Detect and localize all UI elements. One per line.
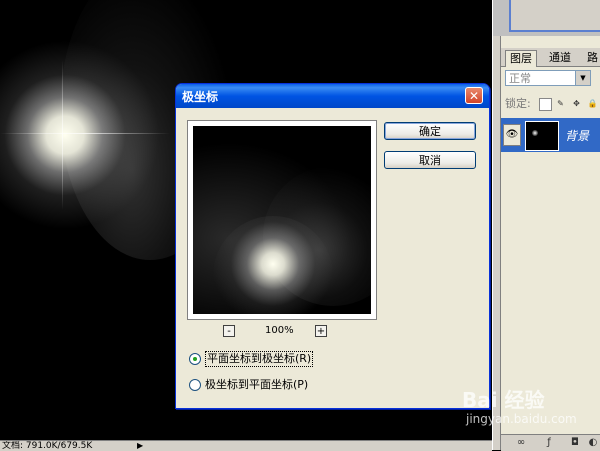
watermark-logo: Bai 经验 <box>462 388 545 412</box>
chevron-down-icon[interactable]: ▼ <box>575 71 590 85</box>
status-bar: 文档: 791.0K/679.5K ▶ <box>0 440 492 451</box>
tab-channels[interactable]: 通道 <box>545 50 575 66</box>
cancel-button[interactable]: 取消 <box>384 151 476 169</box>
lock-transparency-icon[interactable] <box>539 98 552 111</box>
blend-mode-select[interactable]: 正常 ▼ <box>505 70 591 86</box>
radio-rectangular-to-polar[interactable]: 平面坐标到极坐标(R) <box>189 351 439 367</box>
zoom-in-button[interactable]: + <box>315 325 327 337</box>
lens-flare-ray-vertical <box>62 60 63 210</box>
lock-move-icon[interactable]: ✥ <box>571 98 582 109</box>
adjustment-icon[interactable]: ◐ <box>587 437 599 449</box>
watermark-url: jingyan.baidu.com <box>466 412 577 426</box>
radio-polar-to-rectangular[interactable]: 极坐标到平面坐标(P) <box>189 377 439 393</box>
close-icon: ✕ <box>468 89 480 103</box>
layers-footer: ∞ ƒ ◘ ◐ <box>501 434 600 451</box>
lock-all-icon[interactable]: 🔒 <box>587 98 598 109</box>
fx-icon[interactable]: ƒ <box>543 437 555 449</box>
filter-preview[interactable] <box>193 126 371 314</box>
eye-icon[interactable]: 👁 <box>503 124 521 146</box>
layer-row[interactable]: 👁 背景 <box>501 118 600 152</box>
layer-thumbnail <box>525 121 559 151</box>
blend-mode-value: 正常 <box>509 72 531 85</box>
dialog-title: 极坐标 <box>182 90 219 104</box>
workspace-top-right <box>492 0 600 36</box>
mask-icon[interactable]: ◘ <box>569 437 581 449</box>
dialog-titlebar[interactable]: 极坐标 ✕ <box>176 84 489 108</box>
docked-panel-top <box>509 0 600 32</box>
radio-button-selected[interactable] <box>189 353 201 365</box>
baidu-jingyan-watermark: Bai 经验 jingyan.baidu.com <box>462 384 592 434</box>
tab-paths[interactable]: 路 <box>583 50 600 66</box>
zoom-level: 100% <box>265 325 294 336</box>
polar-coordinates-dialog: 极坐标 ✕ - 100% + 确定 取消 平面坐标到极坐标(R) 极坐标到平面坐… <box>175 83 490 409</box>
radio-button[interactable] <box>189 379 201 391</box>
layer-name: 背景 <box>565 129 590 143</box>
dialog-body: - 100% + 确定 取消 平面坐标到极坐标(R) 极坐标到平面坐标(P) <box>179 108 486 405</box>
zoom-controls: - 100% + <box>223 325 333 341</box>
lens-flare-ray-horizontal <box>0 133 170 134</box>
ok-button[interactable]: 确定 <box>384 122 476 140</box>
close-button[interactable]: ✕ <box>465 87 483 104</box>
lock-brush-icon[interactable]: ✎ <box>555 98 566 109</box>
link-icon[interactable]: ∞ <box>515 437 527 449</box>
radio-label: 平面坐标到极坐标(R) <box>205 351 314 367</box>
lock-label: 锁定: <box>505 97 531 110</box>
tab-layers[interactable]: 图层 <box>505 50 537 67</box>
panel-tabs: 图层 通道 路 <box>501 48 600 67</box>
lock-row: 锁定: ✎ ✥ 🔒 <box>505 96 600 112</box>
preview-frame <box>187 120 377 320</box>
zoom-out-button[interactable]: - <box>223 325 235 337</box>
radio-label: 极坐标到平面坐标(P) <box>205 378 309 391</box>
